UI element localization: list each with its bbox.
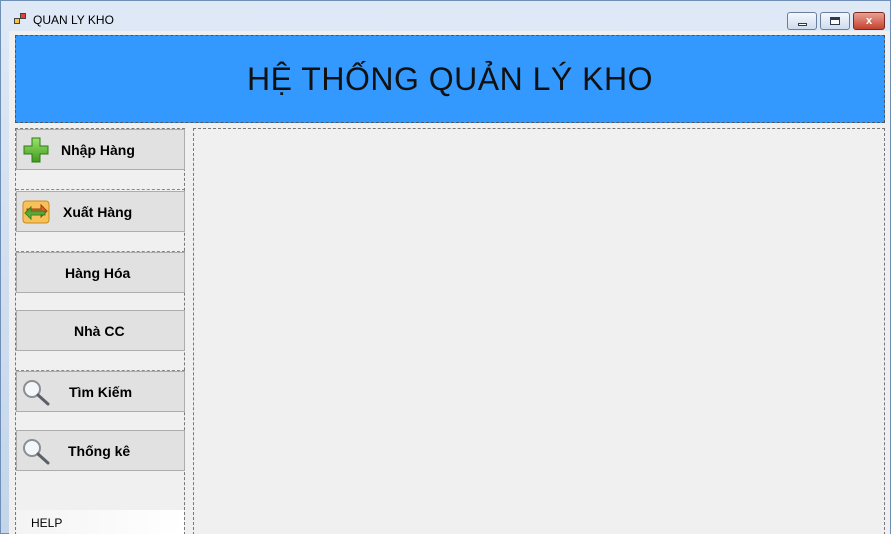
magnifier-icon [21,437,51,465]
close-icon: x [865,14,873,27]
plus-icon [21,136,51,164]
app-icon[interactable] [14,13,27,25]
window-title: QUAN LY KHO [33,13,114,27]
sidebar-item-label: Tìm Kiếm [69,384,133,400]
sidebar-item-label: Nhà CC [74,323,125,339]
sidebar-item-label: Thống kê [68,443,131,459]
sidebar-item-thong-ke[interactable]: Thống kê [16,430,185,471]
sidebar-item-tim-kiem[interactable]: Tìm Kiếm [16,371,185,412]
minimize-icon [797,22,807,26]
main-window: QUAN LY KHO x HỆ THỐNG QUẢN LÝ KHO Nhập … [0,0,891,534]
maximize-icon [830,17,840,25]
sidebar-item-xuat-hang[interactable]: Xuất Hàng [16,191,185,232]
sidebar-item-nhap-hang[interactable]: Nhập Hàng [16,129,185,170]
content-panel [193,128,885,534]
minimize-button[interactable] [787,12,817,30]
sidebar-item-label: Nhập Hàng [61,142,135,158]
title-bar[interactable]: QUAN LY KHO x [1,1,890,31]
help-link[interactable]: HELP [17,510,184,534]
exchange-icon [21,198,51,226]
sidebar-item-label: Hàng Hóa [65,265,131,281]
close-button[interactable]: x [853,12,885,30]
header-panel: HỆ THỐNG QUẢN LÝ KHO [15,35,885,123]
slot-separator [16,170,185,190]
maximize-button[interactable] [820,12,850,30]
sidebar-item-nha-cc[interactable]: Nhà CC [16,310,185,351]
page-title: HỆ THỐNG QUẢN LÝ KHO [247,60,653,97]
slot-separator [16,412,185,432]
sidebar-item-label: Xuất Hàng [63,204,133,220]
client-area: HỆ THỐNG QUẢN LÝ KHO Nhập Hàng Xuất Hàng… [9,31,890,534]
slot-separator [16,351,185,371]
magnifier-icon [21,378,51,406]
sidebar-panel: Nhập Hàng Xuất Hàng Hàng Hóa Nhà CC Tìm … [15,128,185,534]
slot-separator [16,232,185,252]
sidebar-item-hang-hoa[interactable]: Hàng Hóa [16,252,185,293]
